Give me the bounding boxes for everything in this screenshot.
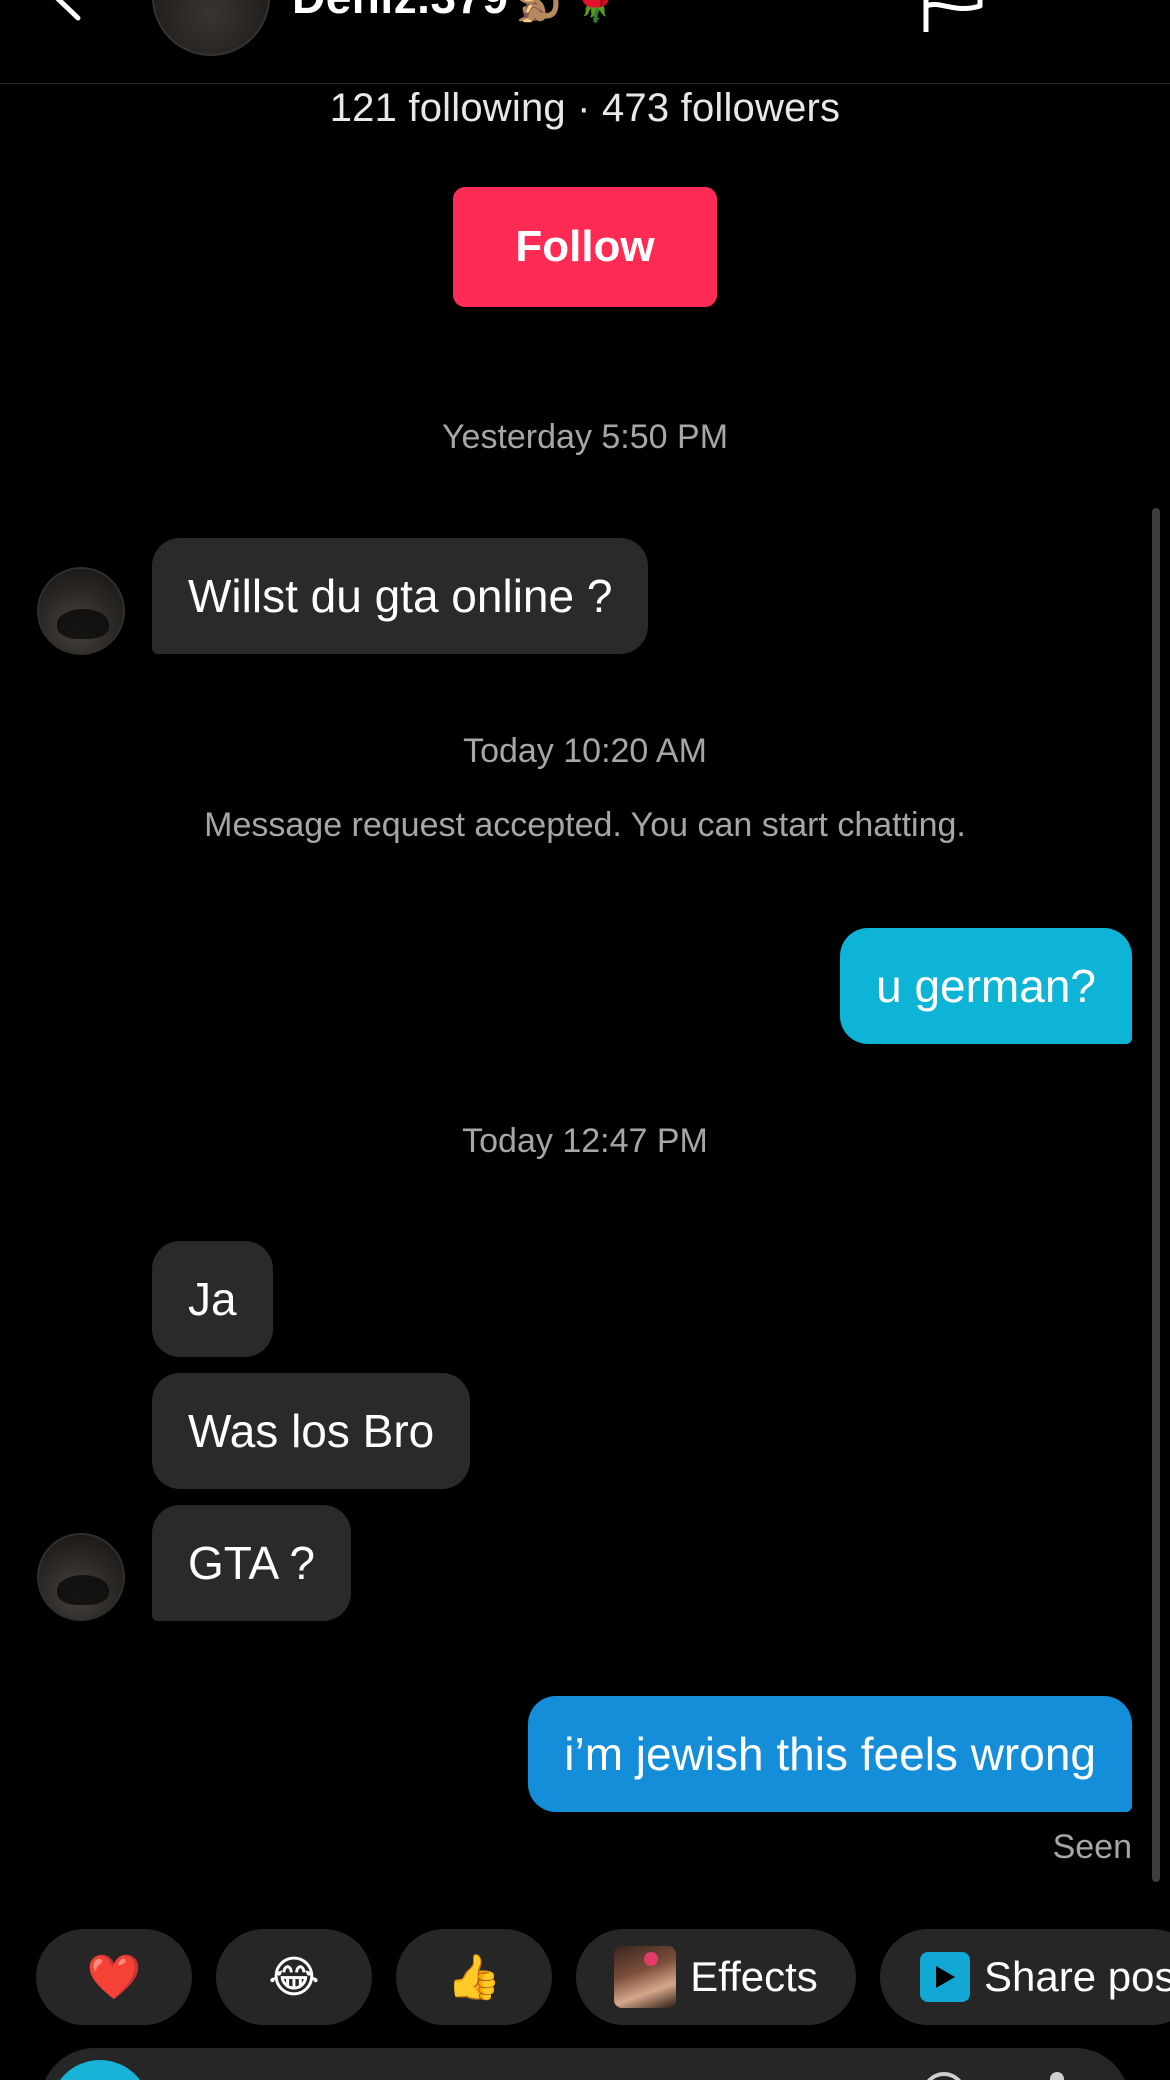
message-bubble-incoming[interactable]: GTA ? xyxy=(152,1505,351,1621)
header-avatar[interactable] xyxy=(152,0,270,56)
heart-reaction-button[interactable]: ❤️ xyxy=(36,1929,192,2025)
mention-icon[interactable] xyxy=(1050,2072,1064,2080)
thumbs-up-icon: 👍 xyxy=(446,1953,502,2002)
share-post-button[interactable]: Share pos xyxy=(880,1929,1170,2025)
effects-label: Effects xyxy=(690,1953,818,2000)
message-bubble-incoming[interactable]: Willst du gta online ? xyxy=(152,538,649,654)
heart-icon: ❤️ xyxy=(86,1953,142,2002)
avatar[interactable] xyxy=(37,1533,125,1621)
more-icon[interactable] xyxy=(1054,0,1118,6)
flag-icon[interactable] xyxy=(918,0,988,32)
follow-stats: 121 following · 473 followers xyxy=(329,86,841,130)
message-bubble-outgoing[interactable]: u german? xyxy=(840,928,1132,1044)
follow-button[interactable]: Follow xyxy=(453,187,717,307)
timestamp: Today 12:47 PM xyxy=(462,1122,708,1160)
play-icon xyxy=(920,1952,970,2002)
timestamp: Today 10:20 AM xyxy=(463,732,707,770)
back-icon[interactable] xyxy=(44,0,94,22)
chat-screen: Deniz.379🐒🌹 121 following · 473 follower… xyxy=(0,0,1170,2080)
message-bubble-incoming[interactable]: Ja xyxy=(152,1241,273,1357)
avatar[interactable] xyxy=(37,567,125,655)
message-bubble-incoming[interactable]: Was los Bro xyxy=(152,1373,471,1489)
laugh-reaction-button[interactable]: 😂 xyxy=(216,1929,372,2025)
laughing-emoji-icon: 😂 xyxy=(268,1952,320,2002)
timestamp: Yesterday 5:50 PM xyxy=(441,418,729,456)
message-bubble-outgoing[interactable]: i’m jewish this feels wrong xyxy=(528,1696,1132,1812)
effects-thumbnail-icon xyxy=(614,1946,677,2008)
message-input-bar[interactable] xyxy=(40,2048,1130,2080)
scrollbar[interactable] xyxy=(1152,508,1160,1882)
share-post-label: Share pos xyxy=(984,1953,1170,2000)
system-message: Message request accepted. You can start … xyxy=(204,806,966,844)
thumbs-up-reaction-button[interactable]: 👍 xyxy=(396,1929,552,2025)
chat-header: Deniz.379🐒🌹 xyxy=(0,0,1170,84)
seen-status: Seen xyxy=(1052,1828,1132,1866)
effects-button[interactable]: Effects xyxy=(576,1929,856,2025)
header-username[interactable]: Deniz.379🐒🌹 xyxy=(292,0,624,25)
